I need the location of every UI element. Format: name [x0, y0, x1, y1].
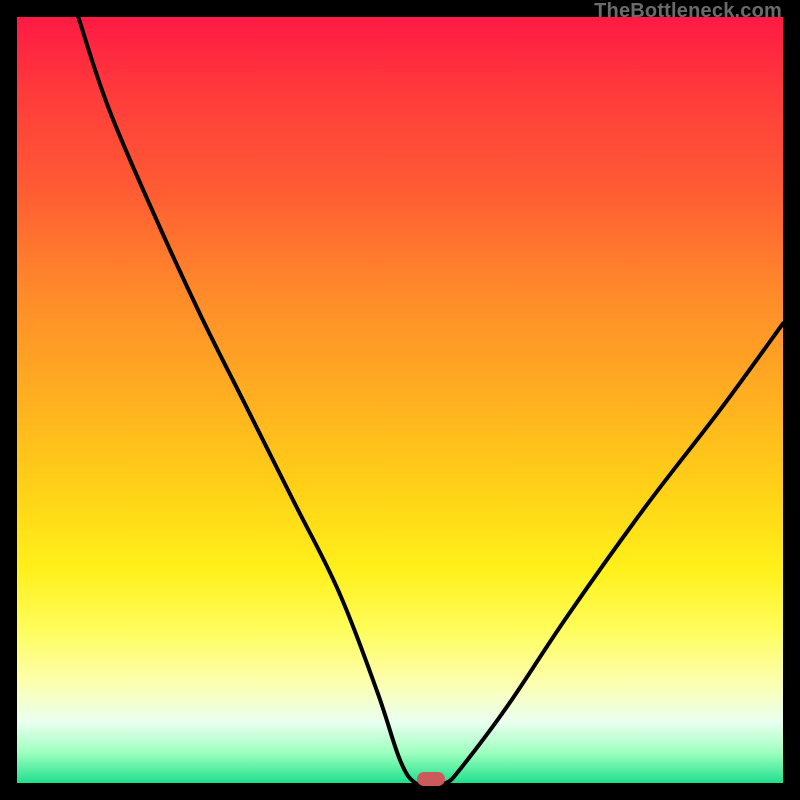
chart-plot-area	[17, 17, 783, 783]
optimal-point-marker	[417, 772, 445, 786]
bottleneck-curve	[17, 17, 783, 783]
watermark-text: TheBottleneck.com	[594, 0, 782, 23]
chart-frame: TheBottleneck.com	[0, 0, 800, 800]
